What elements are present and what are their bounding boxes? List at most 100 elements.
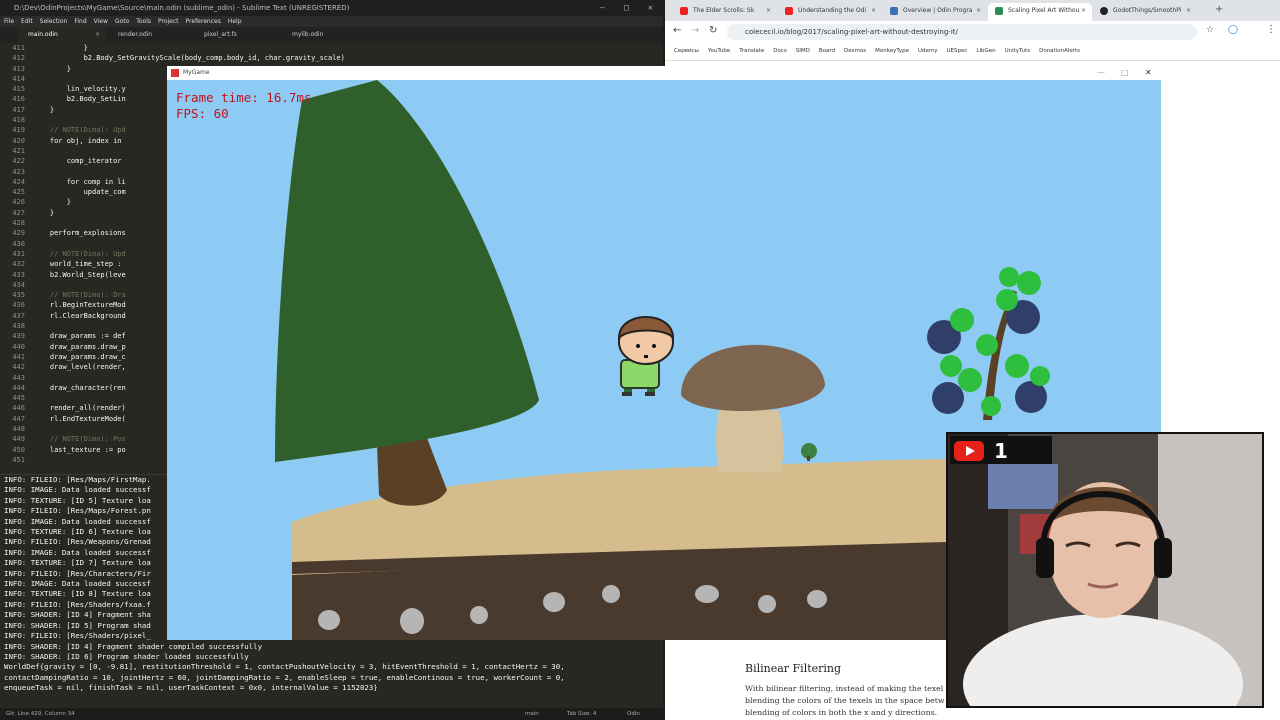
bookmark-item[interactable]: MonkeyType	[875, 43, 909, 60]
maximize-icon[interactable]: □	[1121, 66, 1129, 80]
menu-kebab-icon[interactable]: ⋮	[1266, 24, 1276, 35]
forward-icon[interactable]: →	[691, 25, 699, 36]
menu-edit[interactable]: Edit	[21, 16, 33, 27]
subscriber-count: 1	[994, 439, 1008, 463]
close-tab-icon[interactable]: ×	[1186, 3, 1191, 19]
line-number: 442	[12, 363, 25, 372]
line-number: 443	[12, 373, 25, 382]
maximize-icon[interactable]: □	[624, 0, 629, 16]
bookmark-item[interactable]: LibGen	[976, 43, 995, 60]
game-titlebar: MyGame — □ ✕	[167, 66, 1161, 80]
bookmark-item[interactable]: DonationAlerts	[1039, 43, 1080, 60]
article-heading: Bilinear Filtering	[745, 662, 842, 675]
line-number: 415	[12, 85, 25, 94]
bookmark-item[interactable]: Docs	[773, 43, 787, 60]
close-tab-icon[interactable]: ×	[95, 27, 100, 43]
menu-view[interactable]: View	[94, 16, 108, 27]
bookmark-item[interactable]: Udemy	[918, 43, 938, 60]
tab-label: Understanding the Odi	[798, 7, 867, 14]
line-number: 417	[12, 105, 25, 114]
menu-file[interactable]: File	[4, 16, 14, 27]
close-icon[interactable]: ✕	[1145, 66, 1152, 80]
bookmark-item[interactable]: SIMD	[796, 43, 810, 60]
game-window-title: MyGame	[183, 69, 210, 76]
tab-label: mylib.odin	[292, 31, 324, 38]
close-tab-icon[interactable]: ×	[871, 3, 876, 19]
youtube-icon	[680, 7, 688, 15]
console-line: INFO: SHADER: [ID 4] Fragment shader com…	[4, 641, 263, 651]
minimize-icon[interactable]: —	[600, 0, 605, 16]
status-branch[interactable]: main	[525, 708, 539, 720]
close-tab-icon[interactable]: ×	[976, 3, 981, 19]
bookmark-item[interactable]: UnityTuts	[1005, 43, 1030, 60]
new-tab-icon[interactable]: +	[1215, 4, 1223, 15]
line-number: 432	[12, 260, 25, 269]
url-text: colececil.io/blog/2017/scaling-pixel-art…	[745, 28, 958, 36]
bookmark-item[interactable]: Desmos	[844, 43, 866, 60]
youtube-icon	[785, 7, 793, 15]
browser-tab-odin-overview[interactable]: Overview | Odin Progra ×	[883, 3, 987, 21]
status-syntax[interactable]: Odin	[627, 708, 640, 720]
line-number: 450	[12, 445, 25, 454]
minimize-icon[interactable]: —	[1097, 66, 1105, 80]
line-number: 429	[12, 229, 25, 238]
browser-tab-elder-scrolls[interactable]: The Elder Scrolls: Sk ×	[673, 3, 777, 21]
line-number: 446	[12, 404, 25, 413]
address-bar[interactable]: colececil.io/blog/2017/scaling-pixel-art…	[727, 24, 1197, 40]
back-icon[interactable]: ←	[673, 25, 681, 36]
browser-tab-github[interactable]: GodotThings/SmoothPi ×	[1093, 3, 1197, 21]
line-number: 424	[12, 177, 25, 186]
player-character	[617, 316, 675, 396]
close-tab-icon[interactable]: ×	[766, 3, 771, 19]
menu-project[interactable]: Project	[158, 16, 179, 27]
bookmark-item[interactable]: Board	[819, 43, 835, 60]
bookmark-item[interactable]: Translate	[739, 43, 764, 60]
line-number: 414	[12, 74, 25, 83]
close-tab-icon[interactable]: ×	[1081, 3, 1086, 19]
bookmark-item[interactable]: Сервисы	[674, 43, 699, 60]
tab-main-odin[interactable]: main.odin ×	[18, 27, 106, 43]
tab-mylib-odin[interactable]: mylib.odin	[282, 27, 370, 43]
close-icon[interactable]: ✕	[648, 0, 653, 16]
line-number: 435	[12, 291, 25, 300]
line-number: 428	[12, 219, 25, 228]
tab-label: GodotThings/SmoothPi	[1113, 7, 1182, 14]
console-line: contactDampingRatio = 10, jointHertz = 6…	[4, 672, 565, 682]
menu-selection[interactable]: Selection	[40, 16, 68, 27]
line-number: 426	[12, 198, 25, 207]
tab-label: The Elder Scrolls: Sk	[693, 7, 755, 14]
mushroom-cap	[681, 344, 825, 412]
menu-find[interactable]: Find	[74, 16, 86, 27]
star-icon[interactable]: ☆	[1206, 25, 1214, 35]
tab-label: Overview | Odin Progra	[903, 7, 973, 14]
sublime-menubar: File Edit Selection Find View Goto Tools Projec…	[0, 16, 663, 27]
line-number: 423	[12, 167, 25, 176]
menu-tools[interactable]: Tools	[136, 16, 151, 27]
code-line[interactable]: }	[33, 43, 658, 53]
browser-tab-odin-understanding[interactable]: Understanding the Odi ×	[778, 3, 882, 21]
menu-preferences[interactable]: Preferences	[186, 16, 221, 27]
bookmarks-bar: Сервисы YouTube Translate Docs SIMD Board Desm…	[665, 43, 1280, 61]
tab-label: render.odin	[118, 31, 153, 38]
console-line: INFO: SHADER: [ID 6] Program shader load…	[4, 651, 249, 661]
line-number: 448	[12, 424, 25, 433]
line-number: 431	[12, 249, 25, 258]
code-line[interactable]: b2.Body_SetGravityScale(body_comp.body_i…	[33, 53, 658, 63]
line-number: 419	[12, 126, 25, 135]
bookmark-item[interactable]: UESpec	[946, 43, 967, 60]
menu-help[interactable]: Help	[228, 16, 242, 27]
line-number: 421	[12, 146, 25, 155]
github-icon	[1100, 7, 1108, 15]
line-number: 422	[12, 157, 25, 166]
line-number-gutter: 411 412 413 414 415 416 417 418 419 420 421 422 423 4…	[0, 43, 28, 473]
status-tab-size[interactable]: Tab Size: 4	[567, 708, 596, 720]
extension-icon[interactable]: ◯	[1228, 25, 1238, 35]
tab-pixel-art-fs[interactable]: pixel_art.fs	[194, 27, 282, 43]
menu-goto[interactable]: Goto	[115, 16, 129, 27]
sublime-statusbar: Git: Line 429, Column 34 main Tab Size: …	[0, 708, 663, 720]
line-number: 425	[12, 188, 25, 197]
bookmark-item[interactable]: YouTube	[708, 43, 730, 60]
browser-tab-scaling-pixel-art[interactable]: Scaling Pixel Art Withou ×	[988, 3, 1092, 21]
reload-icon[interactable]: ↻	[709, 25, 717, 36]
tab-render-odin[interactable]: render.odin	[108, 27, 196, 43]
